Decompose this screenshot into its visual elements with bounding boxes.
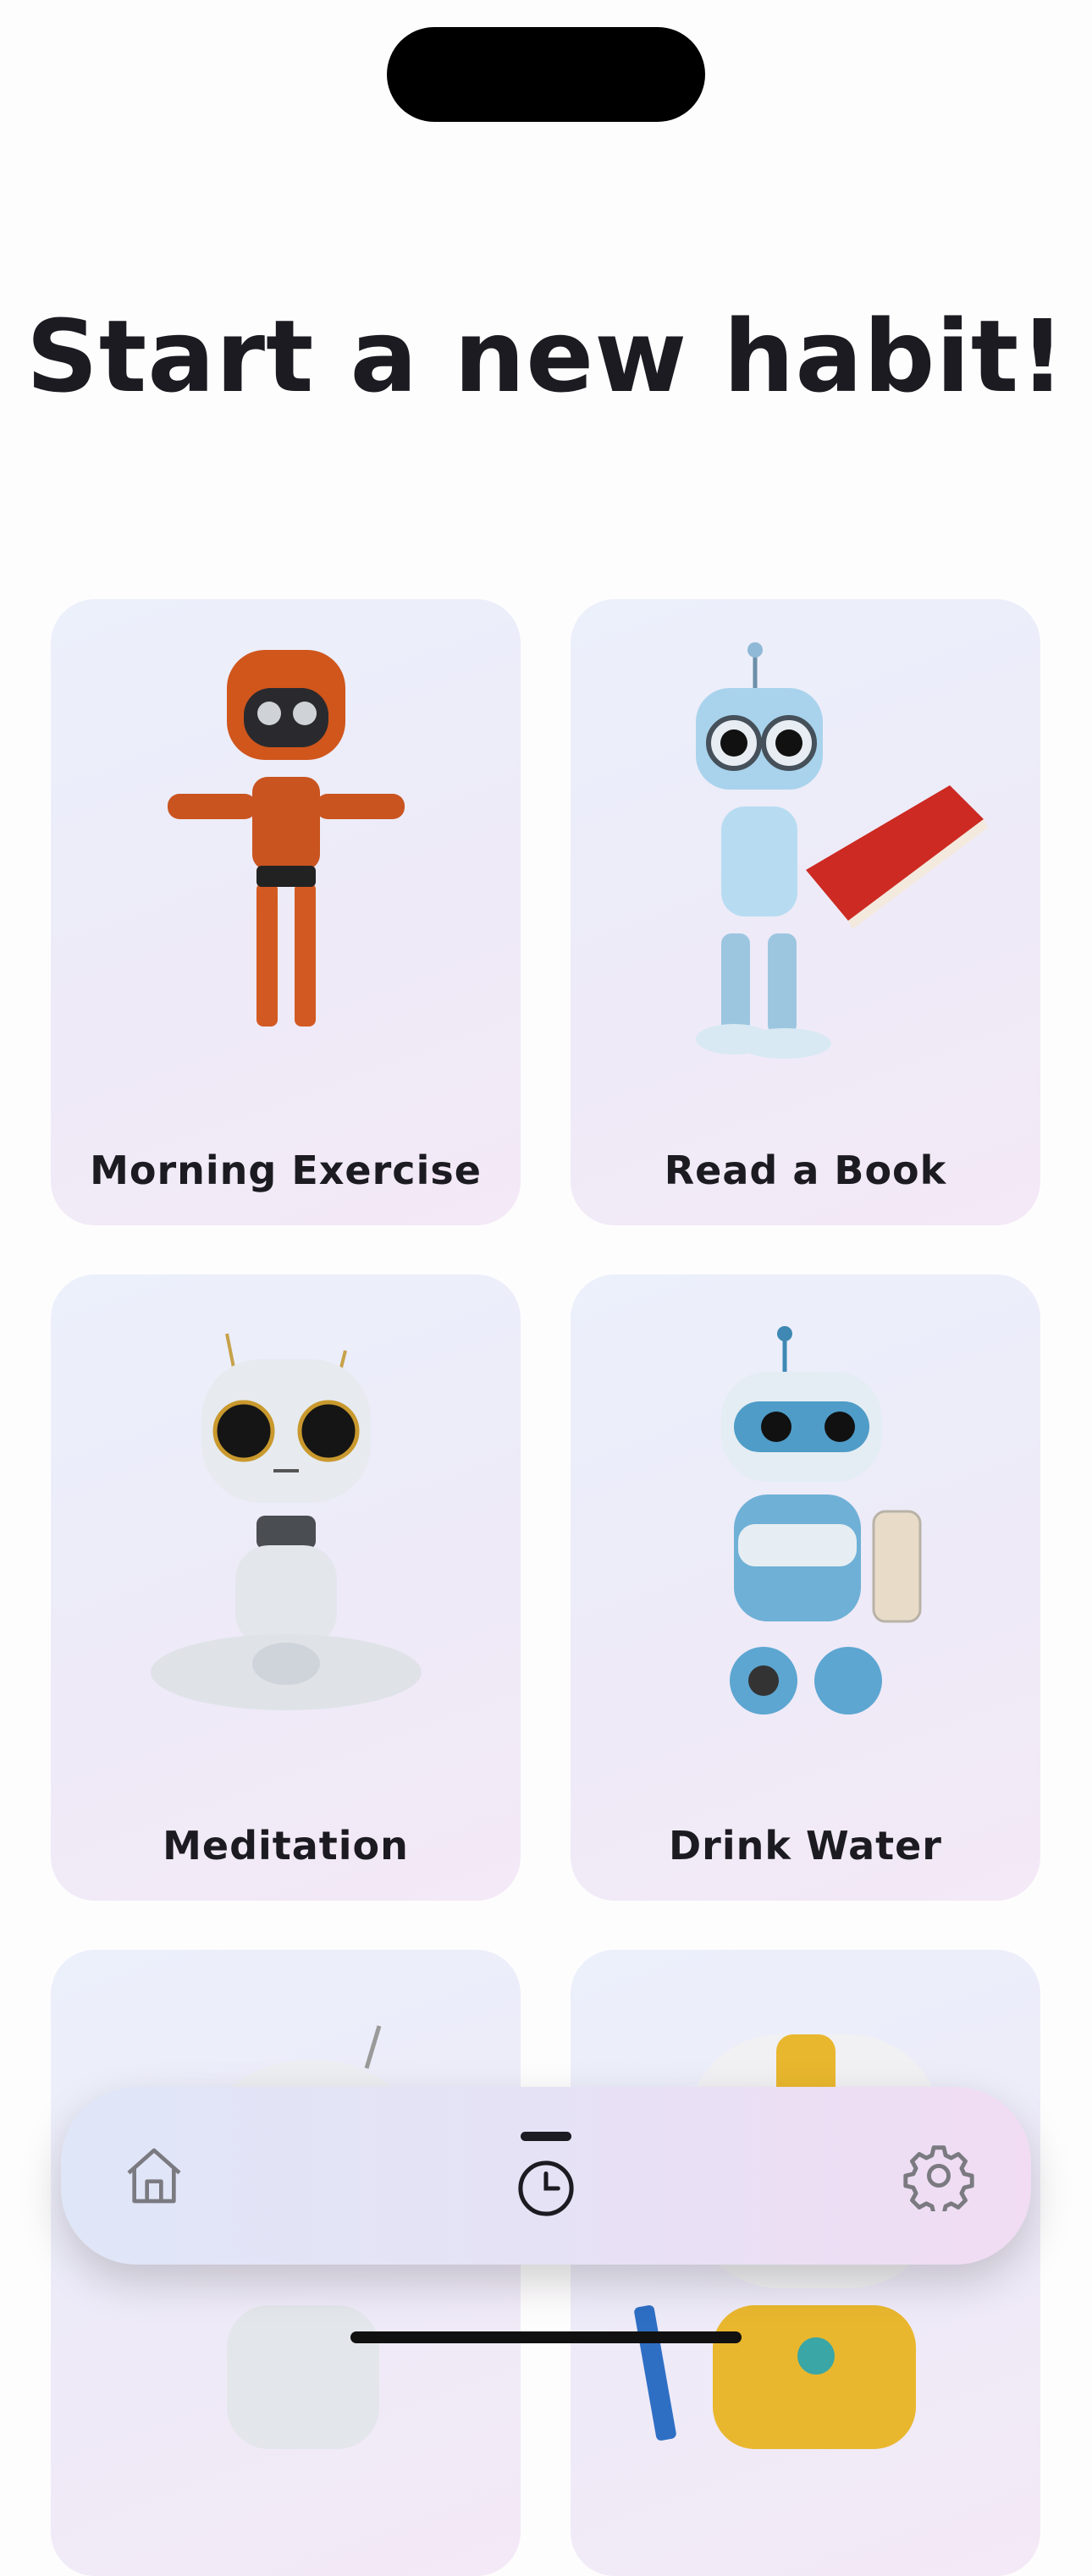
home-indicator[interactable]	[350, 2331, 742, 2343]
tab-bar	[61, 2087, 1031, 2265]
habit-card-meditation[interactable]: Meditation	[51, 1274, 521, 1901]
blue-robot-reading-image	[695, 642, 988, 1059]
blue-robot-drinking-water-image	[720, 1326, 921, 1715]
habit-label: Drink Water	[668, 1823, 942, 1869]
tab-settings[interactable]	[892, 2129, 985, 2222]
dynamic-island	[387, 27, 705, 122]
habit-card-morning-exercise[interactable]: Morning Exercise	[51, 599, 521, 1225]
orange-robot-exercise-image	[167, 650, 405, 1027]
home-icon	[127, 2148, 181, 2204]
tab-timer[interactable]	[499, 2112, 593, 2239]
white-robot-meditating-image	[150, 1333, 422, 1710]
habit-card-drink-water[interactable]: Drink Water	[571, 1274, 1040, 1901]
timer-icon	[518, 2160, 574, 2216]
gear-icon	[903, 2145, 974, 2211]
habit-label: Meditation	[163, 1823, 409, 1869]
tab-home[interactable]	[108, 2129, 201, 2222]
habit-label: Read a Book	[664, 1148, 947, 1193]
habit-label: Morning Exercise	[90, 1148, 482, 1193]
habit-card-read-a-book[interactable]: Read a Book	[571, 599, 1040, 1225]
active-tab-indicator	[521, 2131, 571, 2141]
page-title: Start a new habit!	[25, 298, 1067, 415]
